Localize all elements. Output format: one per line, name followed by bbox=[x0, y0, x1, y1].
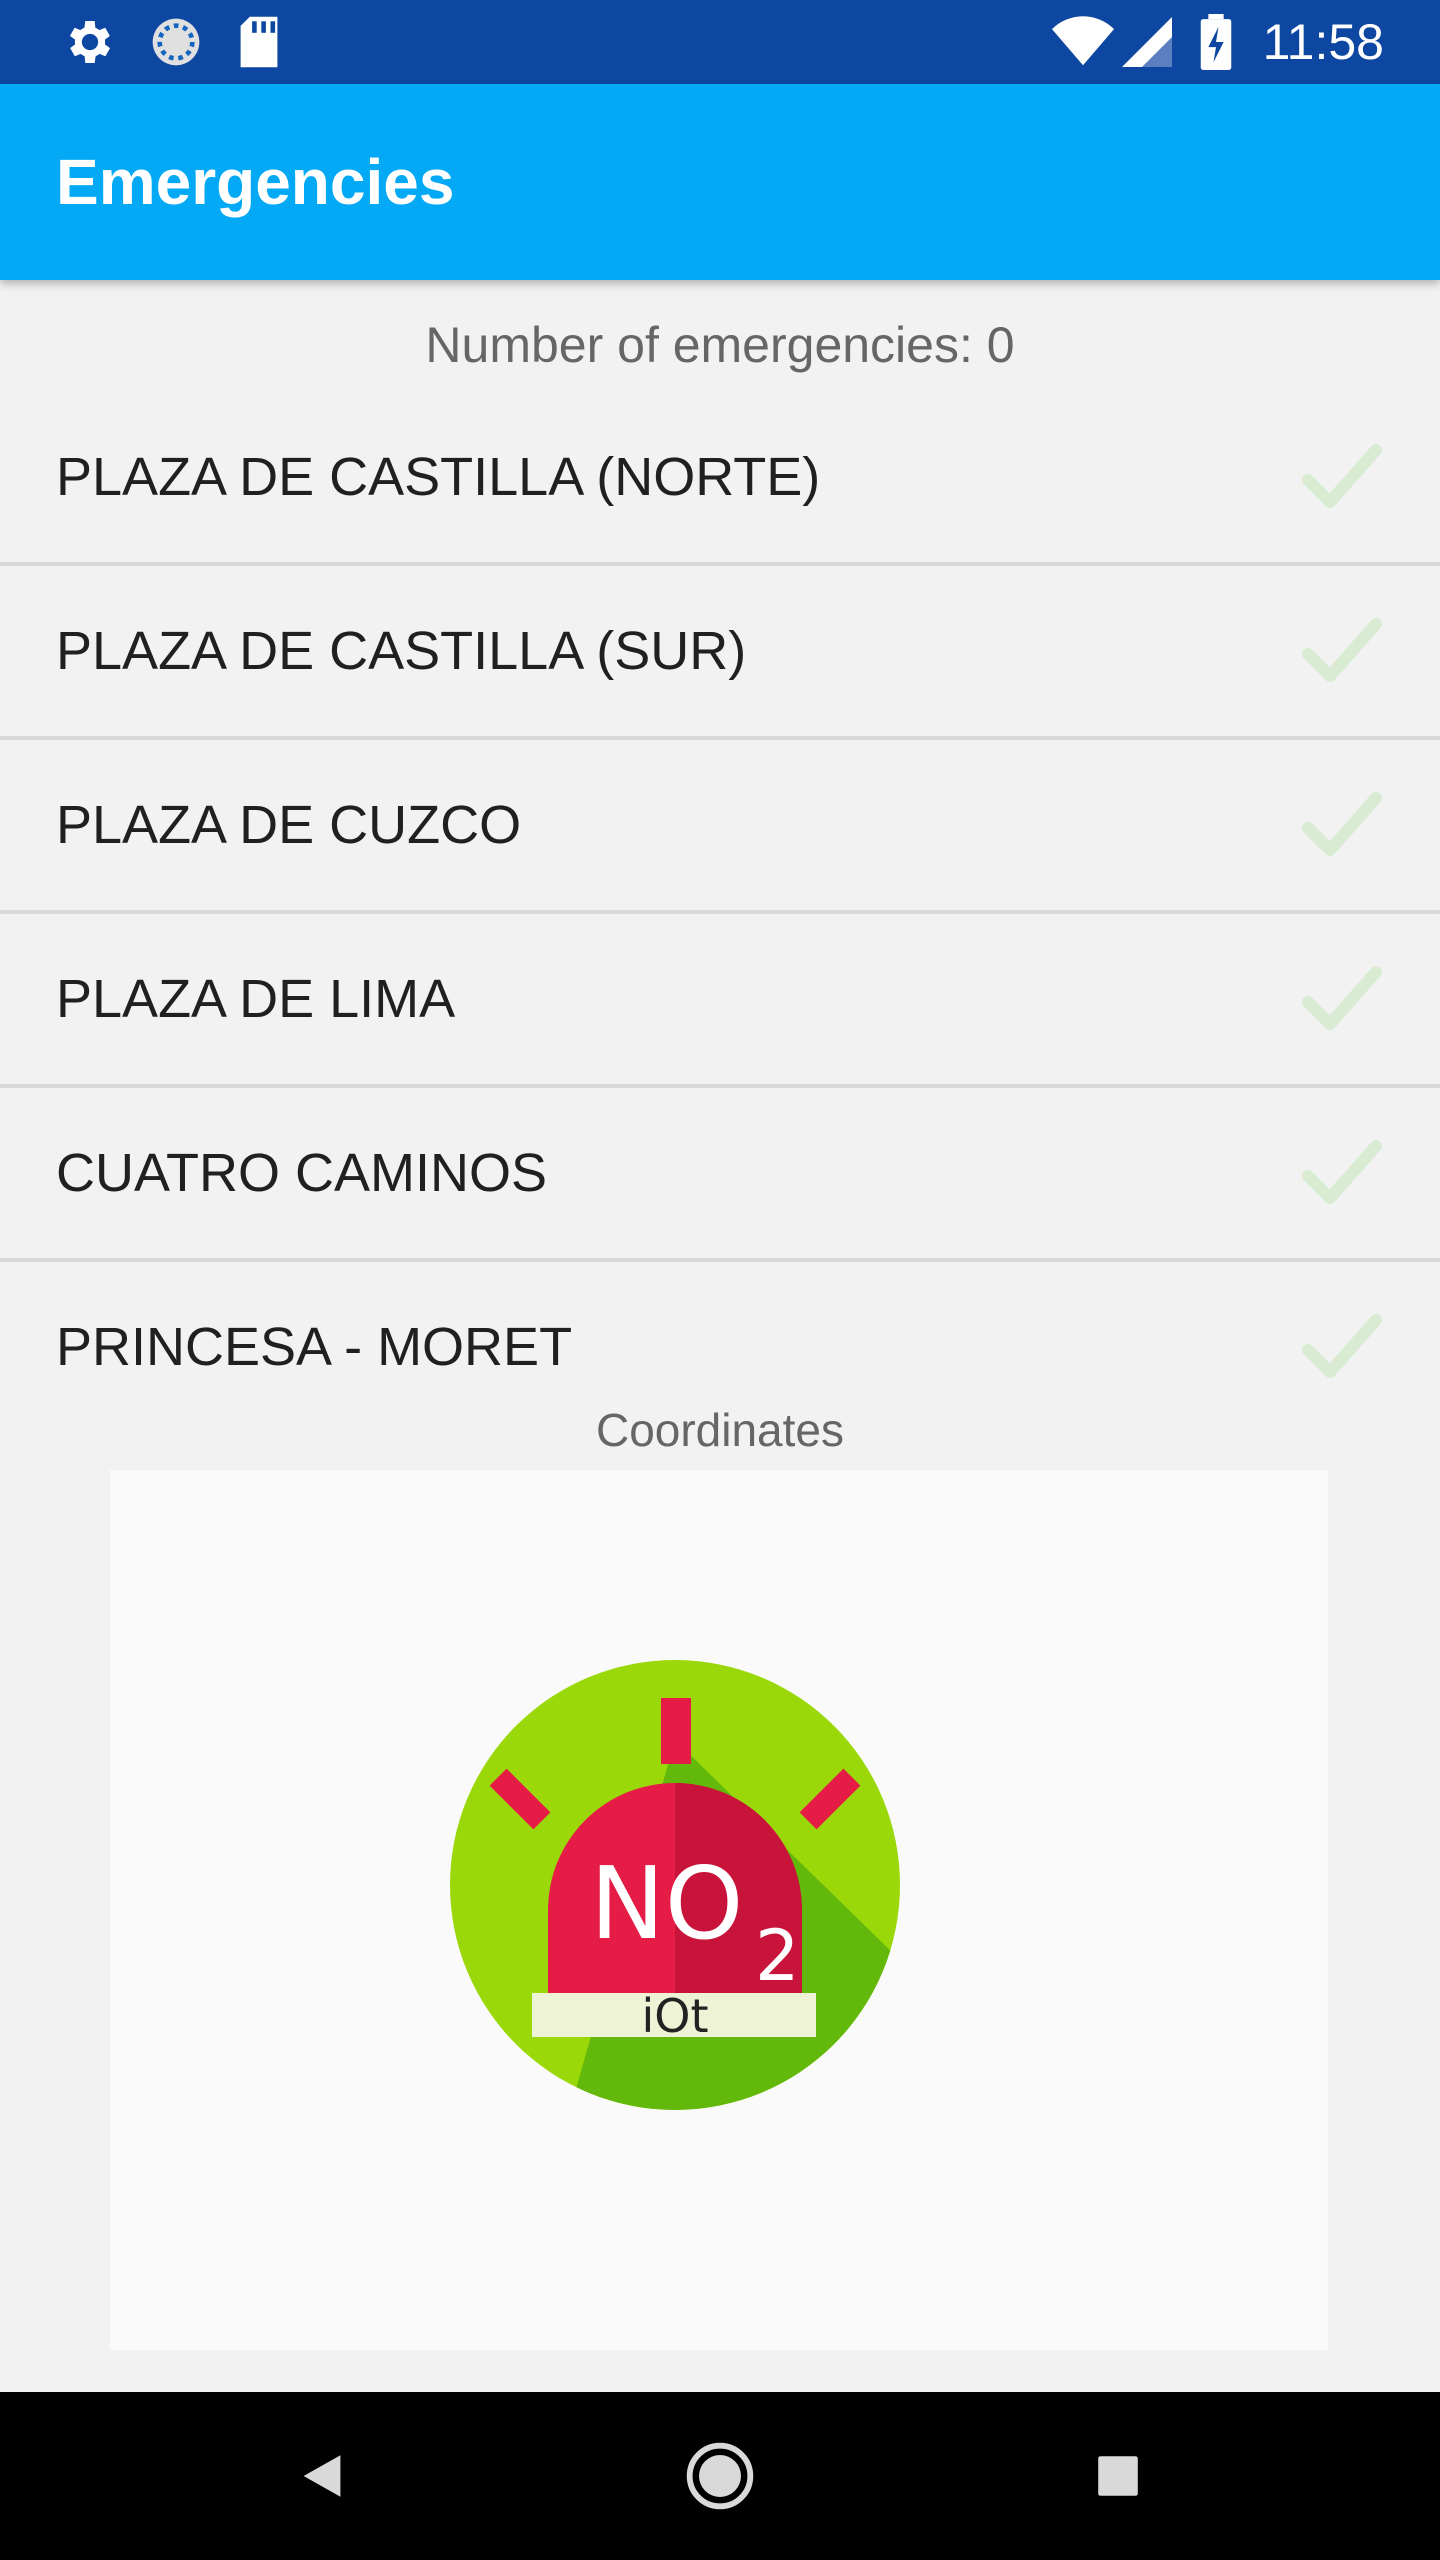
sync-icon bbox=[148, 0, 204, 84]
station-list: PLAZA DE CASTILLA (NORTE) PLAZA DE CASTI… bbox=[0, 392, 1440, 1432]
list-item[interactable]: PLAZA DE CASTILLA (NORTE) bbox=[0, 392, 1440, 566]
battery-charging-icon bbox=[1200, 0, 1232, 84]
station-label: CUATRO CAMINOS bbox=[56, 1143, 548, 1203]
check-icon bbox=[1302, 1312, 1382, 1382]
station-label: PLAZA DE LIMA bbox=[56, 969, 456, 1029]
home-icon[interactable] bbox=[650, 2392, 790, 2560]
status-time: 11:58 bbox=[1262, 14, 1384, 70]
navigation-bar bbox=[0, 2392, 1440, 2560]
logo-band-text: iOt bbox=[641, 1989, 708, 2043]
station-label: PLAZA DE CASTILLA (NORTE) bbox=[56, 447, 821, 507]
logo-subscript: 2 bbox=[755, 1915, 800, 1997]
emergency-count: Number of emergencies: 0 bbox=[425, 317, 1015, 373]
sd-card-icon bbox=[236, 0, 282, 84]
check-icon bbox=[1302, 964, 1382, 1034]
list-item[interactable]: PLAZA DE CASTILLA (SUR) bbox=[0, 566, 1440, 740]
recents-icon[interactable] bbox=[1048, 2392, 1188, 2560]
signal-icon bbox=[1122, 0, 1172, 84]
logo-text: NO bbox=[590, 1845, 744, 1962]
station-label: PLAZA DE CASTILLA (SUR) bbox=[56, 621, 747, 681]
gear-icon bbox=[62, 0, 118, 84]
app-logo: NO 2 iOt bbox=[450, 1660, 900, 2110]
status-bar: 11:58 bbox=[0, 0, 1440, 84]
check-icon bbox=[1302, 442, 1382, 512]
station-label: PLAZA DE CUZCO bbox=[56, 795, 522, 855]
list-item[interactable]: PLAZA DE CUZCO bbox=[0, 740, 1440, 914]
list-item[interactable]: PLAZA DE LIMA bbox=[0, 914, 1440, 1088]
coordinates-label: Coordinates bbox=[595, 1404, 845, 1456]
check-icon bbox=[1302, 616, 1382, 686]
wifi-icon bbox=[1052, 0, 1114, 84]
app-bar: Emergencies bbox=[0, 84, 1440, 280]
map-area[interactable]: NO 2 iOt bbox=[110, 1470, 1328, 2350]
check-icon bbox=[1302, 790, 1382, 860]
page-title: Emergencies bbox=[56, 146, 455, 218]
back-icon[interactable] bbox=[252, 2392, 392, 2560]
check-icon bbox=[1302, 1138, 1382, 1208]
list-item[interactable]: CUATRO CAMINOS bbox=[0, 1088, 1440, 1262]
main-content: Number of emergencies: 0 PLAZA DE CASTIL… bbox=[0, 280, 1440, 2392]
